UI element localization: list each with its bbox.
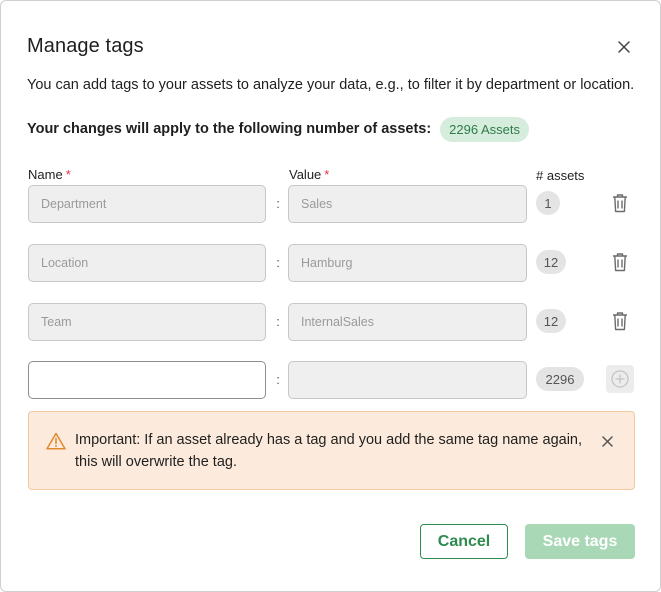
changes-label: Your changes will apply to the following…	[27, 121, 432, 137]
cancel-button[interactable]: Cancel	[420, 524, 508, 559]
value-column-label: Value *	[289, 167, 329, 182]
new-tag-value-input[interactable]	[288, 361, 527, 399]
warning-icon	[46, 432, 66, 455]
overwrite-warning-alert: Important: If an asset already has a tag…	[28, 411, 635, 490]
asset-count-badge: 2296 Assets	[440, 116, 529, 142]
dialog-title: Manage tags	[27, 35, 144, 57]
tag-value-input[interactable]	[288, 303, 527, 341]
asset-count: 12	[536, 309, 566, 333]
alert-message: Important: If an asset already has a tag…	[75, 432, 583, 470]
dialog-description: You can add tags to your assets to analy…	[27, 77, 635, 93]
add-tag-button[interactable]	[606, 365, 634, 393]
plus-circle-icon	[611, 370, 629, 388]
required-marker: *	[65, 167, 71, 182]
delete-tag-button[interactable]	[606, 307, 634, 335]
delete-tag-button[interactable]	[606, 248, 634, 276]
separator: :	[276, 196, 280, 211]
save-tags-button[interactable]: Save tags	[525, 524, 635, 559]
trash-icon	[613, 312, 627, 331]
asset-count: 2296	[536, 367, 584, 391]
tag-name-input[interactable]	[28, 185, 266, 223]
asset-count: 12	[536, 250, 566, 274]
tag-value-input[interactable]	[288, 185, 527, 223]
close-icon	[618, 41, 630, 53]
new-tag-name-input[interactable]	[28, 361, 266, 399]
name-column-label: Name *	[28, 167, 71, 182]
changes-summary: Your changes will apply to the following…	[27, 116, 529, 142]
separator: :	[276, 314, 280, 329]
tag-name-input[interactable]	[28, 244, 266, 282]
value-label-text: Value	[289, 167, 322, 182]
dismiss-alert-button[interactable]	[597, 431, 617, 451]
close-button[interactable]	[613, 36, 635, 58]
required-marker: *	[324, 167, 330, 182]
manage-tags-dialog: Manage tags You can add tags to your ass…	[0, 0, 661, 592]
asset-count: 1	[536, 191, 560, 215]
delete-tag-button[interactable]	[606, 189, 634, 217]
separator: :	[276, 255, 280, 270]
trash-icon	[613, 253, 627, 272]
trash-icon	[613, 194, 627, 213]
name-label-text: Name	[28, 167, 63, 182]
assets-column-label: # assets	[536, 168, 585, 183]
separator: :	[276, 372, 280, 387]
tag-value-input[interactable]	[288, 244, 527, 282]
close-icon	[601, 435, 613, 447]
tag-name-input[interactable]	[28, 303, 266, 341]
